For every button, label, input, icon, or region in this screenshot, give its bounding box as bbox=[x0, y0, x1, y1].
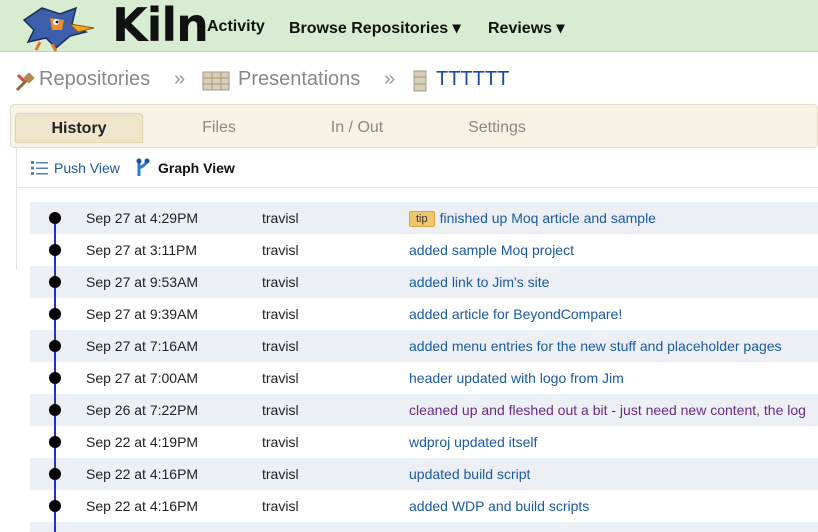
changeset-date: Sep 26 at 7:22PM bbox=[86, 402, 199, 418]
view-divider bbox=[16, 187, 818, 188]
changeset-message-cell: added WDP and build scripts bbox=[409, 498, 589, 514]
changeset-author[interactable]: travisl bbox=[262, 242, 299, 258]
push-view-link[interactable]: Push View bbox=[54, 160, 120, 176]
changeset-message-cell: updated build script bbox=[409, 466, 530, 482]
changeset-message-link[interactable]: wdproj updated itself bbox=[409, 434, 537, 450]
nav-activity[interactable]: Activity bbox=[207, 18, 265, 36]
changeset-message-link[interactable]: cleaned up and fleshed out a bit - just … bbox=[409, 402, 806, 418]
table-row[interactable]: Sep 27 at 7:00AM travisl header updated wi… bbox=[30, 362, 818, 394]
changeset-message-link[interactable]: added link to Jim's site bbox=[409, 274, 549, 290]
repository-icon bbox=[413, 70, 427, 92]
breadcrumb-separator: » bbox=[384, 68, 396, 90]
nav-reviews[interactable]: Reviews ▾ bbox=[488, 18, 565, 38]
changeset-author[interactable]: travisl bbox=[262, 498, 299, 514]
changeset-message-link[interactable]: added menu entries for the new stuff and… bbox=[409, 338, 782, 354]
changeset-message-link[interactable]: header updated with logo from Jim bbox=[409, 370, 624, 386]
table-row[interactable] bbox=[30, 522, 818, 532]
table-row[interactable]: Sep 22 at 4:16PM travisl added WDP and bui… bbox=[30, 490, 818, 522]
tab-in-out[interactable]: In / Out bbox=[297, 113, 417, 143]
changeset-message-link[interactable]: finished up Moq article and sample bbox=[440, 210, 656, 226]
changeset-author[interactable]: travisl bbox=[262, 434, 299, 450]
changeset-message-cell: header updated with logo from Jim bbox=[409, 370, 624, 386]
changeset-date: Sep 22 at 4:16PM bbox=[86, 466, 199, 482]
table-row[interactable]: Sep 26 at 7:22PM travisl cleaned up and fl… bbox=[30, 394, 818, 426]
app-name: Kiln bbox=[112, 0, 209, 52]
changeset-message-link[interactable]: added sample Moq project bbox=[409, 242, 574, 258]
top-navigation-bar: Kiln Activity Browse Repositories ▾ Revi… bbox=[0, 0, 818, 52]
tab-history[interactable]: History bbox=[15, 113, 143, 143]
breadcrumb-separator: » bbox=[174, 68, 186, 90]
table-row[interactable]: Sep 27 at 7:16AM travisl added menu entrie… bbox=[30, 330, 818, 362]
changeset-author[interactable]: travisl bbox=[262, 402, 299, 418]
view-switcher: Push View Graph View bbox=[16, 148, 818, 188]
changeset-date: Sep 27 at 3:11PM bbox=[86, 242, 198, 258]
changeset-date: Sep 27 at 9:53AM bbox=[86, 274, 199, 290]
breadcrumb-presentations[interactable]: Presentations bbox=[238, 68, 360, 91]
changeset-author[interactable]: travisl bbox=[262, 306, 299, 322]
changeset-author[interactable]: travisl bbox=[262, 370, 299, 386]
table-row[interactable]: Sep 22 at 4:16PM travisl updated build scr… bbox=[30, 458, 818, 490]
changeset-date: Sep 22 at 4:16PM bbox=[86, 498, 199, 514]
changeset-date: Sep 27 at 7:16AM bbox=[86, 338, 199, 354]
breadcrumb-repositories[interactable]: Repositories bbox=[39, 68, 150, 91]
tab-files[interactable]: Files bbox=[159, 113, 279, 143]
changeset-message-link[interactable]: added article for BeyondCompare! bbox=[409, 306, 622, 322]
nav-browse-repositories[interactable]: Browse Repositories ▾ bbox=[289, 18, 461, 38]
changeset-message-cell: tip finished up Moq article and sample bbox=[409, 210, 656, 227]
table-row[interactable]: Sep 27 at 4:29PM travisl tip finished up Mo… bbox=[30, 202, 818, 234]
repository-group-icon bbox=[202, 71, 230, 91]
changeset-message-cell: added article for BeyondCompare! bbox=[409, 306, 622, 322]
graph-view-icon bbox=[136, 158, 150, 176]
changeset-author[interactable]: travisl bbox=[262, 274, 299, 290]
changeset-date: Sep 27 at 4:29PM bbox=[86, 210, 199, 226]
changeset-message-link[interactable]: added WDP and build scripts bbox=[409, 498, 589, 514]
graph-view-link[interactable]: Graph View bbox=[158, 160, 235, 176]
changeset-message-cell: added menu entries for the new stuff and… bbox=[409, 338, 782, 354]
changeset-author[interactable]: travisl bbox=[262, 466, 299, 482]
table-row[interactable]: Sep 27 at 9:53AM travisl added link to Jim… bbox=[30, 266, 818, 298]
changeset-author[interactable]: travisl bbox=[262, 338, 299, 354]
table-row[interactable]: Sep 27 at 9:39AM travisl added article for… bbox=[30, 298, 818, 330]
table-row[interactable]: Sep 22 at 4:19PM travisl wdproj updated it… bbox=[30, 426, 818, 458]
breadcrumb-repository-link[interactable]: TTTTTT bbox=[436, 68, 509, 91]
repository-tabs: History Files In / Out Settings bbox=[10, 104, 818, 148]
changeset-message-cell: added link to Jim's site bbox=[409, 274, 549, 290]
changeset-date: Sep 27 at 7:00AM bbox=[86, 370, 199, 386]
list-icon bbox=[31, 161, 48, 175]
kiln-mascot-icon bbox=[22, 6, 95, 52]
changeset-message-link[interactable]: updated build script bbox=[409, 466, 530, 482]
changeset-author[interactable]: travisl bbox=[262, 210, 299, 226]
changeset-date: Sep 22 at 4:19PM bbox=[86, 434, 199, 450]
changeset-message-cell: wdproj updated itself bbox=[409, 434, 537, 450]
table-row[interactable]: Sep 27 at 3:11PM travisl added sample Moq … bbox=[30, 234, 818, 266]
changeset-message-cell: added sample Moq project bbox=[409, 242, 574, 258]
tab-settings[interactable]: Settings bbox=[437, 113, 557, 143]
tip-badge: tip bbox=[409, 211, 435, 227]
changeset-message-cell: cleaned up and fleshed out a bit - just … bbox=[409, 402, 806, 418]
repository-tools-icon bbox=[15, 72, 35, 92]
changeset-date: Sep 27 at 9:39AM bbox=[86, 306, 199, 322]
changeset-history: Sep 27 at 4:29PM travisl tip finished up Mo… bbox=[30, 202, 818, 532]
kiln-logo[interactable]: Kiln bbox=[16, 0, 209, 52]
